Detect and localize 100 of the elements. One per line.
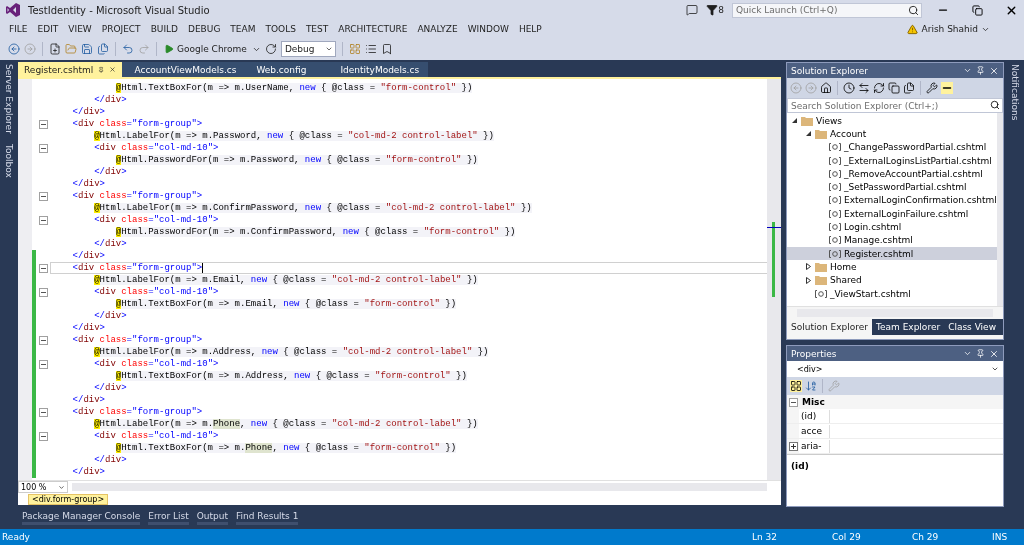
tree-item[interactable]: _ExternalLoginsListPartial.cshtml <box>787 153 997 168</box>
collapse-icon[interactable] <box>38 335 48 345</box>
side-tab[interactable]: Notifications <box>1010 64 1020 121</box>
run-button[interactable]: Google Chrome <box>163 43 248 55</box>
menu-item[interactable]: DEBUG <box>183 24 226 34</box>
pin-icon[interactable] <box>976 66 985 75</box>
collapse-icon[interactable] <box>38 431 48 441</box>
wrench-icon[interactable] <box>926 82 938 94</box>
collapse-icon[interactable] <box>38 359 48 369</box>
tree-item[interactable]: Manage.cshtml <box>787 233 997 247</box>
tool-window-tab[interactable]: Output <box>196 511 228 525</box>
property-name[interactable]: acce <box>799 426 829 436</box>
bookmark-icon[interactable] <box>380 43 393 55</box>
code-line: </div> <box>94 95 127 105</box>
property-name[interactable]: (id) <box>799 411 829 421</box>
collapse-all-icon[interactable] <box>888 82 900 94</box>
configuration-dropdown[interactable]: Debug <box>280 41 336 57</box>
list-icon[interactable] <box>364 43 377 55</box>
tool-window-tab[interactable]: Package Manager Console <box>22 511 141 525</box>
collapse-icon[interactable] <box>789 397 798 407</box>
menu-item[interactable]: HELP <box>513 24 547 34</box>
collapse-icon[interactable] <box>38 263 48 273</box>
menu-item[interactable]: TOOLS <box>260 24 301 34</box>
panel-tab[interactable]: Team Explorer <box>872 319 945 335</box>
side-tab[interactable]: Toolbox <box>4 143 14 178</box>
tree-item[interactable]: _SetPasswordPartial.cshtml <box>787 180 997 194</box>
sync-icon[interactable] <box>858 82 870 94</box>
quick-launch-field[interactable]: Quick Launch (Ctrl+Q) <box>732 2 922 18</box>
collapse-icon[interactable] <box>38 407 48 417</box>
collapse-icon[interactable] <box>38 143 48 153</box>
categorized-icon[interactable] <box>790 380 802 392</box>
expanded-arrow-icon[interactable] <box>805 130 812 138</box>
collapsed-arrow-icon[interactable] <box>805 276 812 284</box>
menu-item[interactable]: TEAM <box>225 24 261 34</box>
close-icon[interactable] <box>109 65 117 74</box>
menu-item[interactable]: VIEW <box>63 24 97 34</box>
tree-item[interactable]: _ViewStart.cshtml <box>787 286 997 301</box>
vertical-scrollbar[interactable] <box>767 79 781 480</box>
collapse-icon[interactable] <box>38 191 48 201</box>
refresh-icon[interactable] <box>873 82 885 94</box>
tree-item[interactable]: Register.cshtml <box>787 246 997 261</box>
preview-icon[interactable] <box>941 82 953 94</box>
collapse-icon[interactable] <box>38 287 48 297</box>
menu-item[interactable]: EDIT <box>32 24 64 34</box>
tree-item[interactable]: ExternalLoginConfirmation.cshtml <box>787 193 997 208</box>
tool-window-tab[interactable]: Find Results 1 <box>236 511 299 525</box>
menu-item[interactable]: WINDOW <box>462 24 514 34</box>
show-all-files-icon[interactable] <box>903 82 915 94</box>
tree-item[interactable]: Views <box>787 114 997 128</box>
close-icon[interactable] <box>989 65 999 76</box>
breadcrumb-item[interactable]: <div.form-group> <box>28 493 109 505</box>
menu-item[interactable]: FILE <box>4 24 33 34</box>
refresh-icon[interactable] <box>264 43 277 55</box>
menu-item[interactable]: PROJECT <box>96 24 146 34</box>
caret-icon[interactable] <box>963 349 972 358</box>
caret-icon <box>324 45 333 53</box>
search-field[interactable]: Search Solution Explorer (Ctrl+;) <box>787 98 1003 113</box>
user-name[interactable]: Arish Shahid <box>921 24 978 34</box>
vertical-scrollbar[interactable] <box>996 113 1003 306</box>
save-all-icon[interactable] <box>97 43 109 55</box>
menu-item[interactable]: BUILD <box>145 24 183 34</box>
collapse-icon[interactable] <box>38 215 48 225</box>
collapsed-arrow-icon[interactable] <box>805 263 812 271</box>
tree-item[interactable]: _ChangePasswordPartial.cshtml <box>787 140 997 154</box>
undo-icon[interactable] <box>122 43 134 55</box>
side-tab[interactable]: Server Explorer <box>4 64 14 134</box>
back-icon[interactable] <box>8 43 20 55</box>
save-icon[interactable] <box>81 43 93 55</box>
tree-item[interactable]: Account <box>787 127 997 141</box>
collapse-icon[interactable] <box>38 119 48 129</box>
home-icon[interactable] <box>820 82 832 94</box>
object-dropdown[interactable]: <div> <box>787 361 1003 377</box>
panel-tab[interactable]: Solution Explorer <box>787 319 872 335</box>
editor-tab[interactable]: IdentityModels.cs <box>328 62 428 77</box>
pin-icon[interactable] <box>976 349 985 358</box>
clock-icon[interactable] <box>843 82 855 94</box>
tree-item[interactable]: Login.cshtml <box>787 220 997 234</box>
editor-tab[interactable]: Register.cshtml <box>18 62 123 77</box>
tree-item[interactable]: Home <box>787 260 997 274</box>
close-icon[interactable] <box>989 348 999 359</box>
tree-item[interactable]: ExternalLoginFailure.cshtml <box>787 207 997 221</box>
zoom-dropdown[interactable]: 100 % <box>18 481 68 493</box>
feedback-icon[interactable] <box>686 4 699 16</box>
editor-tab[interactable]: AccountViewModels.cs <box>122 62 245 77</box>
expanded-arrow-icon[interactable] <box>791 117 798 125</box>
pin-icon[interactable] <box>98 65 105 74</box>
filter-icon[interactable] <box>706 4 719 16</box>
editor-tab[interactable]: Web.config <box>244 62 329 77</box>
menu-item[interactable]: ARCHITECTURE <box>333 24 413 34</box>
tool-window-tab[interactable]: Error List <box>148 511 189 525</box>
tree-item[interactable]: _RemoveAccountPartial.cshtml <box>787 167 997 181</box>
panel-tab[interactable]: Class View <box>944 319 1001 335</box>
menu-item[interactable]: TEST <box>300 24 334 34</box>
new-project-icon[interactable] <box>49 43 61 55</box>
caret-icon[interactable] <box>963 66 972 75</box>
code-line: <div class="form-group"> <box>72 191 203 201</box>
tree-item[interactable]: Shared <box>787 273 997 287</box>
property-name[interactable]: aria- <box>799 441 829 451</box>
menu-item[interactable]: ANALYZE <box>412 24 463 34</box>
expand-icon[interactable] <box>789 442 798 451</box>
